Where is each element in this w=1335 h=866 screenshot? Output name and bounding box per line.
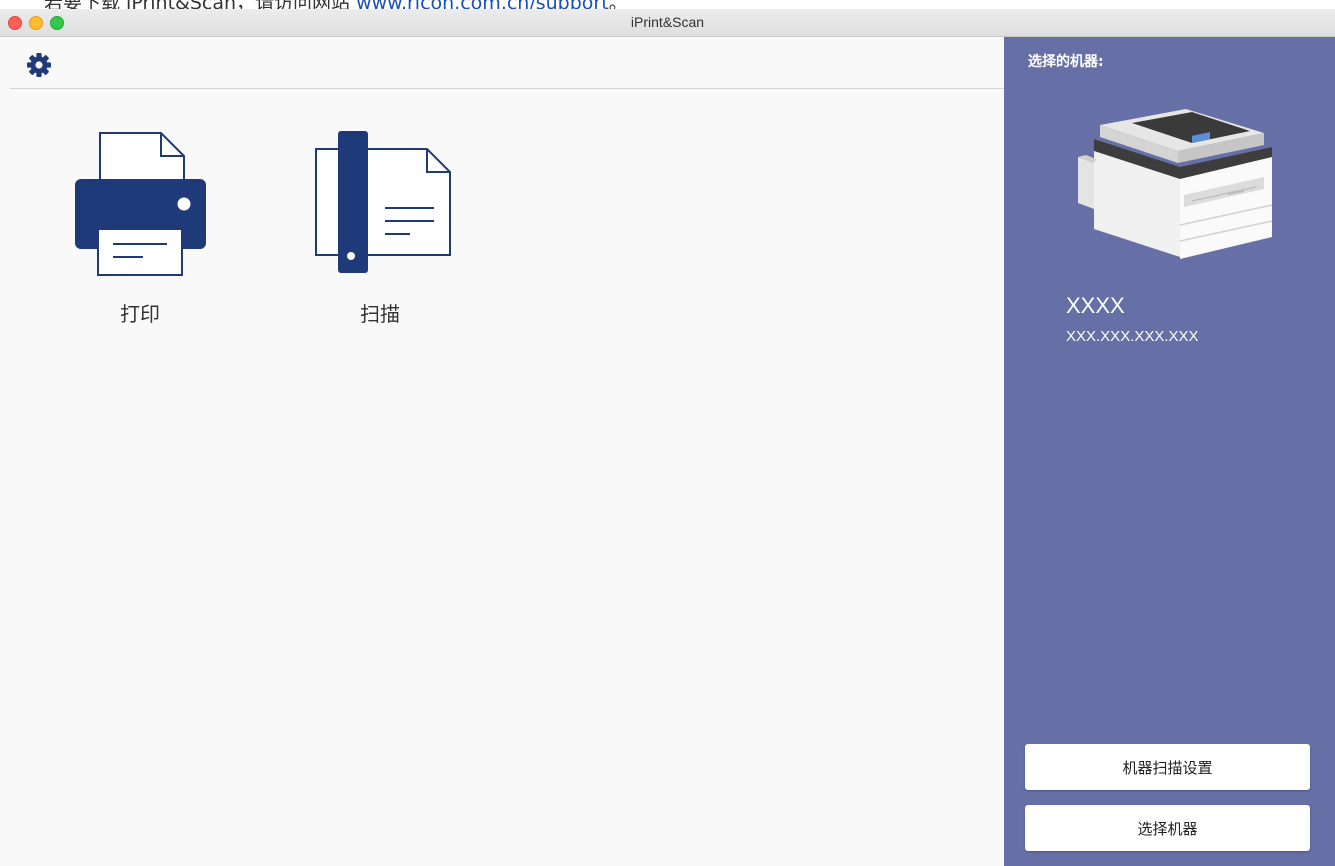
scan-label: 扫描: [360, 302, 400, 326]
background-document: 若要下载 iPrint&Scan，请访问网站 www.ricoh.com.cn/…: [0, 0, 1335, 9]
background-document-link[interactable]: www.ricoh.com.cn/support: [356, 0, 609, 9]
print-tile[interactable]: 打印: [60, 123, 220, 333]
print-label: 打印: [120, 302, 160, 326]
background-document-text: 若要下载 iPrint&Scan，请访问网站 www.ricoh.com.cn/…: [44, 0, 628, 9]
title-bar[interactable]: iPrint&Scan: [0, 9, 1335, 37]
main-panel: 打印 扫描: [0, 37, 1004, 866]
device-sidebar: 选择的机器: XXXX XXX.XXX.XXX.XXX 机器扫描设置 选择机器: [1004, 37, 1335, 866]
device-scan-settings-button[interactable]: 机器扫描设置: [1025, 744, 1310, 790]
printer-icon: [75, 132, 206, 276]
selected-device-heading: 选择的机器:: [1028, 54, 1104, 70]
select-device-button[interactable]: 选择机器: [1025, 805, 1310, 851]
device-printer-image: [1078, 109, 1273, 259]
window-title: iPrint&Scan: [630, 14, 705, 30]
toolbar: [10, 37, 1004, 89]
device-ip-address: XXX.XXX.XXX.XXX: [1066, 328, 1199, 345]
scan-tile[interactable]: 扫描: [300, 123, 460, 333]
app-window: iPrint&Scan 打印 扫描 选择的机器: XXXX XXX.XXX.XX…: [0, 9, 1335, 866]
gear-icon[interactable]: [26, 52, 52, 78]
scan-document-icon: [315, 131, 451, 273]
device-name: XXXX: [1066, 293, 1125, 318]
